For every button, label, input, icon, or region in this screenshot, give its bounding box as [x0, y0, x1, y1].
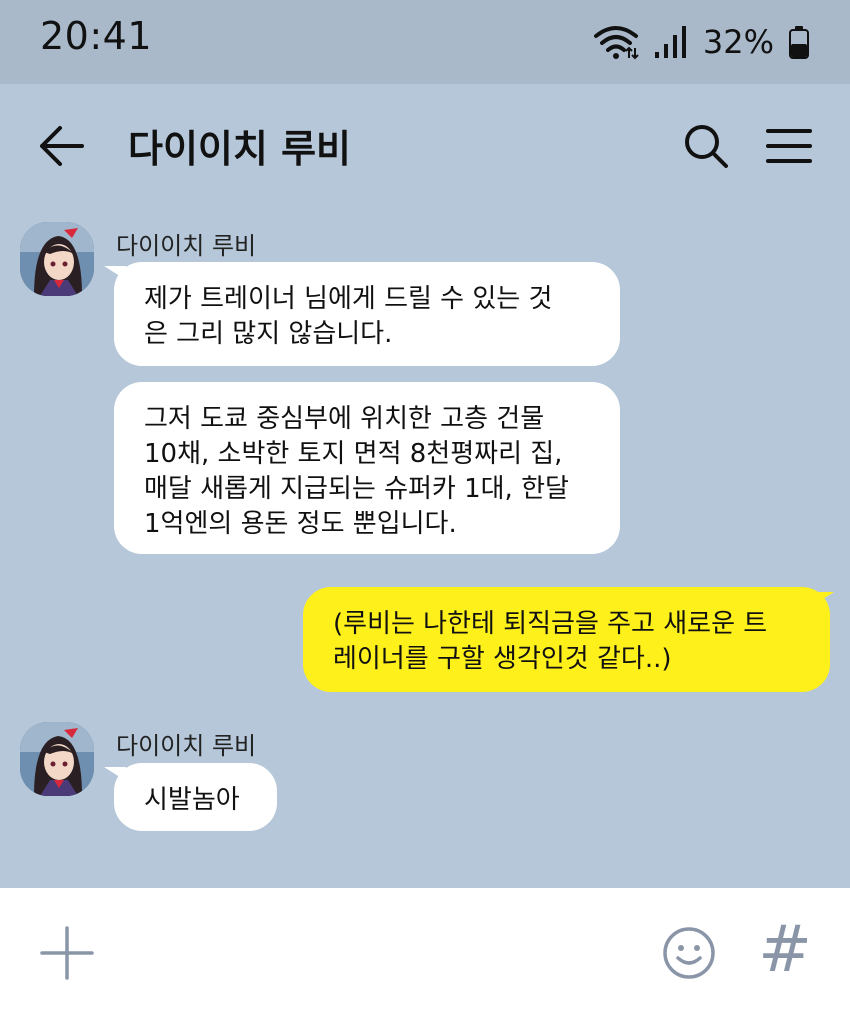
message-text: 제가 트레이너 님에게 드릴 수 있는 것 은 그리 많지 않습니다.: [144, 284, 553, 349]
status-icons: 32%: [593, 20, 810, 64]
message-text: 시발놈아: [144, 785, 240, 815]
menu-icon[interactable]: [766, 126, 812, 166]
avatar[interactable]: [20, 722, 94, 796]
message-text: (루비는 나한테 퇴직금을 주고 새로운 트 레이너를 구할 생각인것 같다..…: [333, 609, 768, 674]
message-bubble[interactable]: 그저 도쿄 중심부에 위치한 고층 건물 10채, 소박한 토지 면적 8천평짜…: [114, 382, 620, 554]
sender-name: 다이이치 루비: [116, 732, 257, 760]
chat-header: 다이이치 루비: [0, 84, 850, 204]
hashtag-icon[interactable]: #: [758, 916, 812, 984]
status-time: 20:41: [40, 14, 153, 58]
chat-title: 다이이치 루비: [128, 127, 351, 171]
my-message-bubble[interactable]: (루비는 나한테 퇴직금을 주고 새로운 트 레이너를 구할 생각인것 같다..…: [303, 587, 830, 692]
message-bubble[interactable]: 시발놈아: [114, 763, 277, 831]
avatar-image: [20, 222, 94, 296]
battery-icon: [789, 26, 809, 59]
sender-name: 다이이치 루비: [116, 232, 257, 260]
emoji-icon[interactable]: [662, 926, 716, 980]
search-icon[interactable]: [682, 122, 730, 170]
message-bubble[interactable]: 제가 트레이너 님에게 드릴 수 있는 것 은 그리 많지 않습니다.: [114, 262, 620, 366]
wifi-icon: [593, 26, 639, 60]
back-arrow-icon[interactable]: [38, 124, 86, 168]
avatar-image: [20, 722, 94, 796]
status-bar: 20:41 32%: [0, 0, 850, 84]
avatar[interactable]: [20, 222, 94, 296]
plus-icon[interactable]: [40, 926, 94, 980]
message-text: 그저 도쿄 중심부에 위치한 고층 건물 10채, 소박한 토지 면적 8천평짜…: [144, 404, 569, 539]
signal-icon: [654, 26, 686, 58]
battery-percent: 32%: [702, 23, 774, 61]
input-bar: [0, 888, 850, 1014]
